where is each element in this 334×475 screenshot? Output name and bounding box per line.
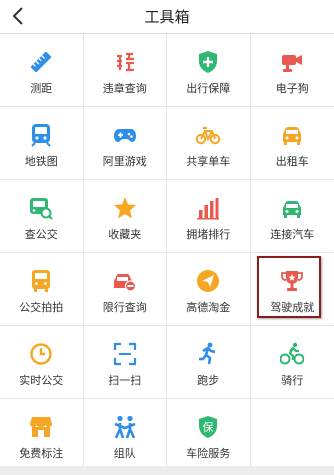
tool-label: 出租车 — [275, 155, 309, 168]
tool-label: 骑行 — [281, 374, 304, 387]
taxi-icon — [283, 127, 302, 145]
tool-games[interactable]: 阿里游戏 — [84, 107, 167, 179]
empty-cell — [251, 399, 334, 474]
tool-carins[interactable]: 保 车险服务 — [167, 399, 251, 474]
tool-label: 测距 — [30, 82, 53, 95]
tool-bike[interactable]: 共享单车 — [167, 107, 251, 179]
tool-label: 阿里游戏 — [102, 155, 147, 168]
clock-icon — [30, 343, 52, 365]
tool-gold[interactable]: 高德淘金 — [167, 253, 251, 325]
tool-label: 车险服务 — [186, 447, 231, 460]
tool-violation[interactable]: 违章查询 — [84, 34, 167, 106]
tool-label: 出行保障 — [186, 82, 231, 95]
tool-label: 收藏夹 — [108, 228, 142, 241]
tool-label: 地铁图 — [24, 155, 58, 168]
tool-label: 电子狗 — [275, 82, 309, 95]
bus-photo-icon — [32, 270, 51, 292]
tool-realtime[interactable]: 实时公交 — [0, 326, 84, 398]
tool-label: 组队 — [113, 447, 136, 460]
tool-row: 实时公交 扫一扫 跑步 骑行 — [0, 326, 334, 399]
tool-ranking[interactable]: 拥堵排行 — [167, 180, 251, 252]
restrict-car-icon — [113, 274, 136, 292]
tool-row: 查公交 收藏夹 拥堵排行 连接汽车 — [0, 180, 334, 253]
tool-row: 测距 违章查询 出行保障 电子狗 — [0, 34, 334, 107]
tool-label: 高德淘金 — [186, 301, 231, 314]
violation-icon — [114, 52, 135, 72]
tool-label: 共享单车 — [186, 155, 231, 168]
tool-ruler[interactable]: 测距 — [0, 34, 84, 106]
shield-plus-icon — [199, 51, 218, 73]
page-title: 工具箱 — [144, 8, 190, 26]
cyclist-icon — [280, 342, 305, 365]
tool-label: 实时公交 — [19, 374, 64, 387]
tool-row: 免费标注 组队 保 车险服务 — [0, 399, 334, 474]
camera-icon — [282, 55, 303, 72]
tool-label: 免费标注 — [19, 447, 64, 460]
send-icon — [197, 270, 220, 292]
tool-row: 公交拍拍 限行查询 高德淘金 驾驶成就 — [0, 253, 334, 326]
tool-favorites[interactable]: 收藏夹 — [84, 180, 167, 252]
bus-search-icon — [30, 198, 54, 220]
trophy-icon — [281, 271, 304, 291]
star-icon — [113, 197, 136, 219]
runner-icon — [199, 342, 216, 365]
tool-label: 跑步 — [197, 374, 220, 387]
bicycle-icon — [196, 127, 221, 145]
gamepad-icon — [113, 129, 136, 142]
insurance-badge-text: 保 — [203, 420, 214, 434]
bar-chart-icon — [197, 198, 220, 220]
ruler-icon — [31, 51, 52, 73]
subway-icon — [31, 124, 51, 147]
tool-label: 限行查询 — [102, 301, 147, 314]
tool-label: 公交拍拍 — [19, 301, 64, 314]
tool-restrict[interactable]: 限行查询 — [84, 253, 167, 325]
tool-grid: 测距 违章查询 出行保障 电子狗 地铁图 阿里游戏 共享单车 出租车 查公交 收… — [0, 34, 334, 474]
tool-bus[interactable]: 查公交 — [0, 180, 84, 252]
tool-label: 拥堵排行 — [186, 228, 231, 241]
tool-insurance[interactable]: 出行保障 — [167, 34, 251, 106]
tool-team[interactable]: 组队 — [84, 399, 167, 474]
tool-label: 扫一扫 — [108, 374, 142, 387]
tool-connect[interactable]: 连接汽车 — [251, 180, 334, 252]
team-icon — [114, 415, 136, 439]
scan-icon — [113, 342, 136, 366]
tool-ride[interactable]: 骑行 — [251, 326, 334, 398]
tool-scan[interactable]: 扫一扫 — [84, 326, 167, 398]
tool-label: 连接汽车 — [270, 228, 315, 241]
tool-achieve[interactable]: 驾驶成就 — [251, 253, 334, 325]
tool-mark[interactable]: 免费标注 — [0, 399, 84, 474]
tool-taxi[interactable]: 出租车 — [251, 107, 334, 179]
tool-label: 驾驶成就 — [270, 301, 315, 314]
tool-label: 查公交 — [24, 228, 58, 241]
tool-run[interactable]: 跑步 — [167, 326, 251, 398]
insurance-badge-icon: 保 — [199, 416, 218, 438]
store-icon — [30, 417, 53, 437]
tool-busphoto[interactable]: 公交拍拍 — [0, 253, 84, 325]
bottom-edge — [0, 466, 334, 475]
tool-camera[interactable]: 电子狗 — [251, 34, 334, 106]
title-bar: 工具箱 — [0, 0, 334, 34]
tool-row: 地铁图 阿里游戏 共享单车 出租车 — [0, 107, 334, 180]
tool-label: 违章查询 — [102, 82, 147, 95]
car-icon — [283, 201, 302, 218]
tool-subway[interactable]: 地铁图 — [0, 107, 84, 179]
